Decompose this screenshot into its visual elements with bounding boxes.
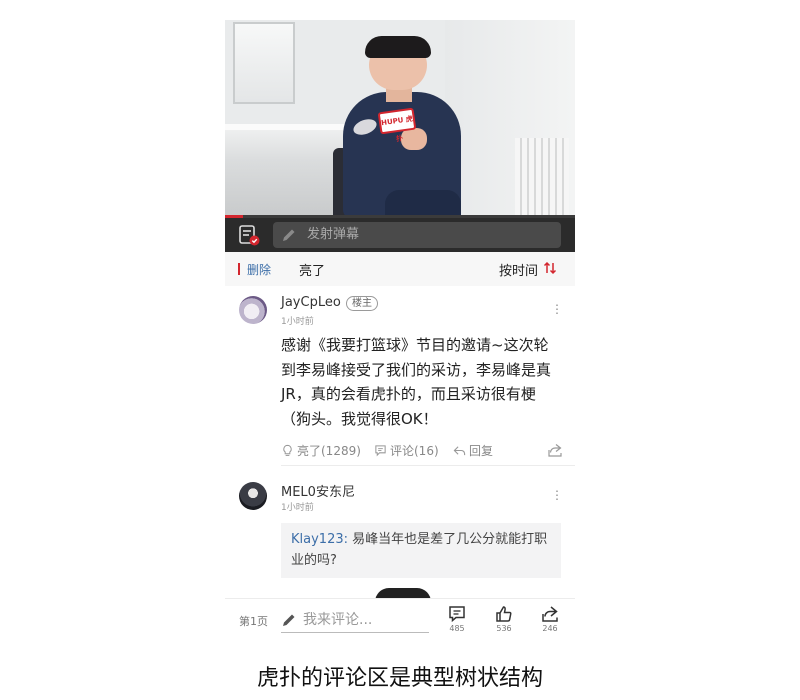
comments-count: 485 (449, 624, 465, 633)
avatar[interactable] (239, 296, 267, 324)
radiator (515, 138, 569, 216)
more-icon[interactable]: ⋮ (551, 303, 563, 315)
avatar[interactable] (239, 482, 267, 510)
divider (281, 465, 575, 466)
danmaku-input[interactable]: 发射弹幕 (273, 222, 561, 248)
share-icon[interactable] (547, 442, 563, 458)
light-count: 亮了(1289) (297, 444, 361, 458)
light-button[interactable]: 亮了(1289) (281, 442, 361, 459)
danmaku-bar: 发射弹幕 (225, 218, 575, 252)
reply-button[interactable]: 回复 (453, 442, 493, 459)
phone-screen: HUPU 虎扑 发射弹幕 删除 亮了 按时间 JayCpLeo 楼主 1小时前 … (225, 20, 575, 642)
quoted-reply[interactable]: Klay123: 易峰当年也是差了几公分就能打职业的吗? (281, 523, 561, 578)
danmaku-placeholder: 发射弹幕 (307, 227, 360, 242)
shares-count: 246 (542, 624, 558, 633)
like-button[interactable]: 536 (491, 605, 517, 633)
caption: 虎扑的评论区是典型树状结构 (256, 666, 543, 691)
reply-label: 回复 (469, 444, 494, 458)
comment-body: 感谢《我要打篮球》节目的邀请~这次轮到李易峰接受了我们的采访，李易峰是真JR，真… (281, 336, 552, 428)
sort-button[interactable]: 按时间 (499, 260, 538, 279)
share-icon (542, 606, 558, 622)
window-frame (233, 22, 295, 104)
comment-icon (375, 445, 386, 457)
reply-arrow-icon (453, 446, 466, 456)
page-indicator[interactable]: 第1页 (239, 613, 268, 629)
danmaku-toggle-icon[interactable] (237, 223, 261, 247)
likes-count: 536 (496, 624, 512, 633)
video-player[interactable]: HUPU 虎扑 (225, 20, 575, 218)
section-marker (238, 263, 240, 275)
comment-placeholder: 我来评论... (303, 612, 373, 628)
more-icon[interactable]: ⋮ (551, 489, 563, 501)
lightbulb-icon (283, 444, 292, 456)
pencil-icon (283, 229, 295, 241)
bottom-bar: 第1页 我来评论... 485 536 246 (225, 598, 575, 642)
comment-actions: 亮了(1289) 评论(16) 回复 (281, 442, 563, 458)
delete-button[interactable]: 删除 (247, 261, 271, 278)
comment-input[interactable]: 我来评论... (281, 609, 429, 633)
sort-icon[interactable] (543, 261, 557, 275)
comment-time: 1小时前 (281, 317, 314, 327)
comment-icon (449, 606, 465, 623)
share-button[interactable]: 246 (537, 605, 563, 633)
comment-time: 1小时前 (281, 503, 314, 513)
comment-section-header: 删除 亮了 按时间 (225, 252, 575, 286)
comment-username[interactable]: MEL0安东尼 (281, 481, 355, 500)
section-title: 亮了 (299, 264, 326, 279)
thumbs-up-icon (496, 606, 512, 622)
reply-count-button[interactable]: 评论(16) (374, 442, 439, 459)
reply-count: 评论(16) (390, 444, 439, 458)
comment-username[interactable]: JayCpLeo (281, 295, 341, 310)
comments-button[interactable]: 485 (444, 605, 470, 633)
quoted-username[interactable]: Klay123: (291, 532, 348, 547)
pencil-icon (283, 614, 295, 626)
op-badge: 楼主 (346, 296, 378, 311)
